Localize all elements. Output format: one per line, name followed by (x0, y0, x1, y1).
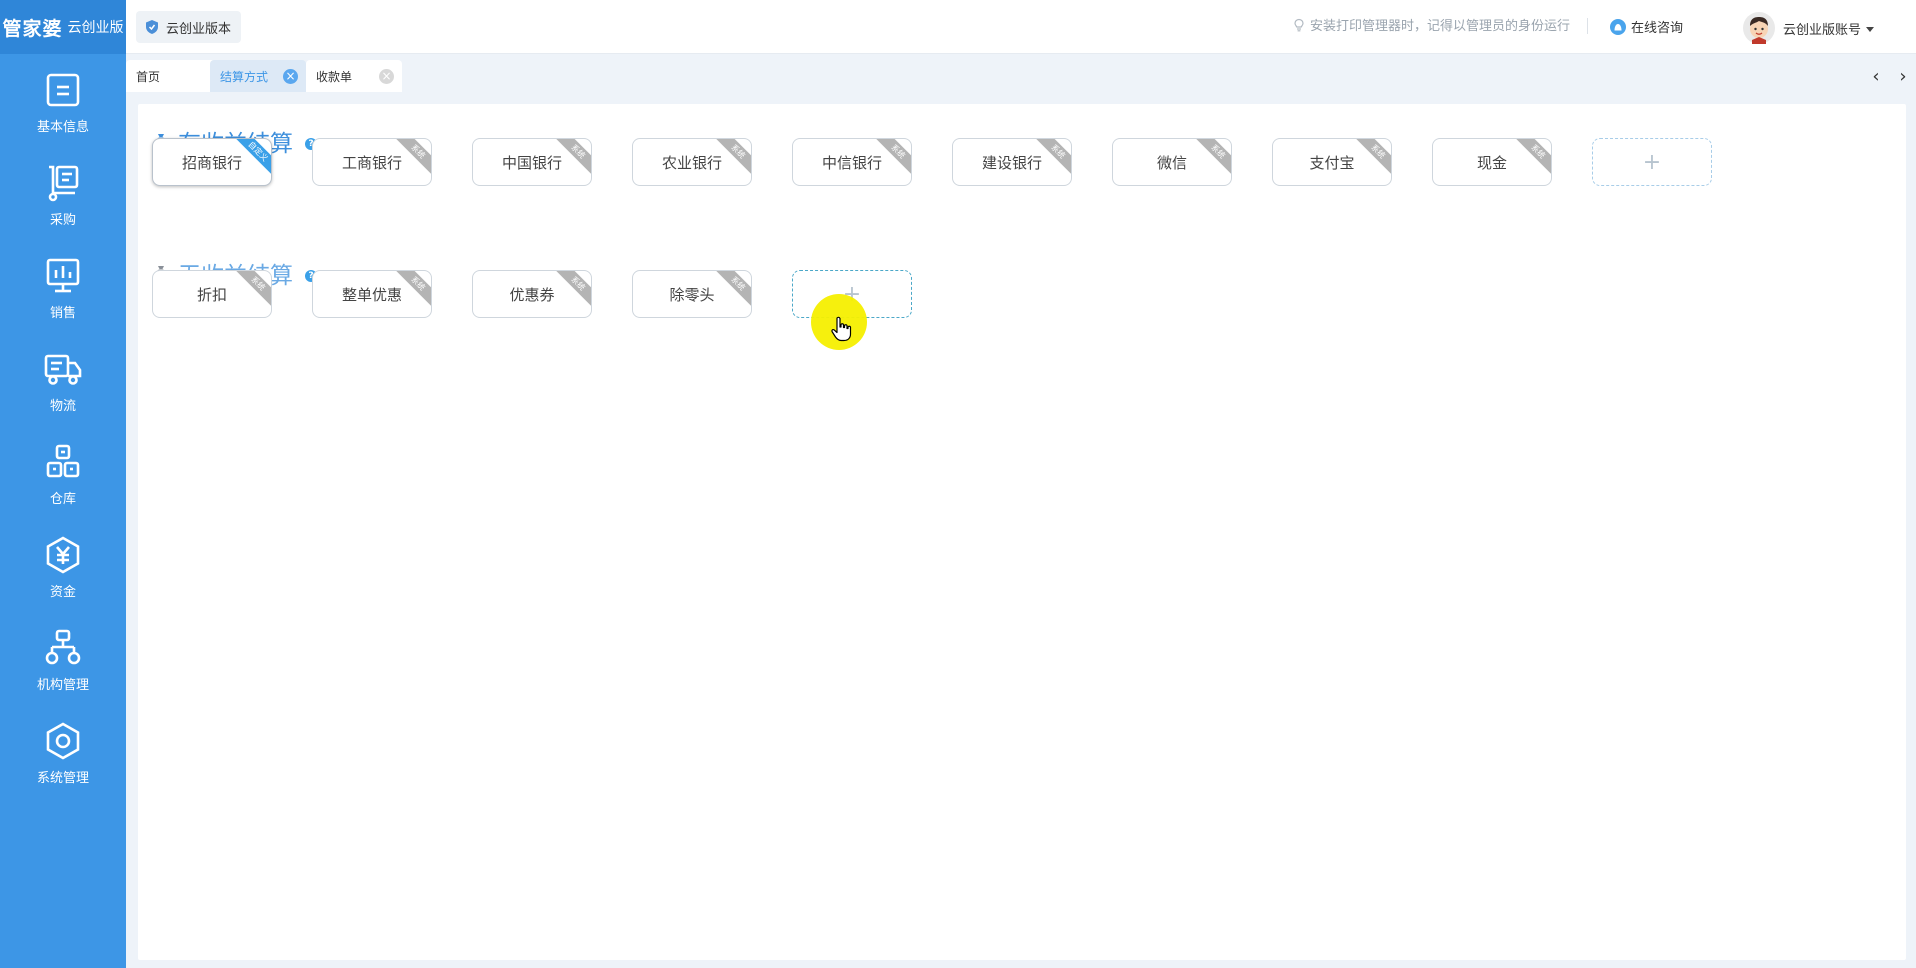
sidebar-item-logistics[interactable]: 物流 (0, 349, 126, 429)
sidebar-item-label: 仓库 (49, 492, 76, 507)
document-icon (46, 73, 80, 107)
close-icon[interactable]: × (283, 69, 298, 84)
yuan-icon (46, 536, 80, 574)
sidebar-item-org-management[interactable]: 机构管理 (0, 628, 126, 708)
sidebar-item-label: 物流 (49, 399, 76, 414)
sidebar: 管家婆 云创业版 基本信息 采购 销售 物流 仓库 资金 机构管理 系统管理 (0, 0, 126, 968)
close-icon[interactable]: × (379, 69, 394, 84)
tag-ribbon: 系统 (1352, 139, 1391, 177)
add-settlement-button[interactable]: + (1592, 138, 1712, 186)
settlement-card[interactable]: 工商银行 系统 (312, 138, 432, 186)
chat-bubble-icon (1609, 18, 1626, 35)
tab-label: 结算方式 (220, 69, 269, 84)
chevron-left-icon[interactable]: ‹ (1865, 60, 1887, 92)
sidebar-item-label: 资金 (49, 585, 76, 600)
sidebar-item-label: 采购 (49, 213, 76, 228)
settlement-label: 中信银行 (821, 153, 882, 172)
settlement-label: 优惠券 (509, 285, 555, 304)
settlement-card[interactable]: 微信 系统 (1112, 138, 1232, 186)
tab-bar: 首页 结算方式 × 收款单 × ‹ › (126, 60, 1916, 92)
settlement-card[interactable]: 支付宝 系统 (1272, 138, 1392, 186)
sidebar-item-system-management[interactable]: 系统管理 (0, 721, 126, 801)
settlement-card[interactable]: 现金 系统 (1432, 138, 1552, 186)
tip-text: 安装打印管理器时，记得以管理员的身份运行 (1309, 19, 1570, 34)
chart-monitor-icon (46, 258, 80, 293)
settlement-card[interactable]: 中国银行 系统 (472, 138, 592, 186)
tab-label: 首页 (136, 69, 161, 84)
settings-hex-icon (46, 722, 80, 760)
sidebar-item-label: 销售 (49, 306, 76, 321)
settlement-label: 折扣 (196, 285, 227, 304)
tab-receipt[interactable]: 收款单 × (306, 60, 402, 92)
consult-label: 在线咨询 (1630, 21, 1683, 36)
org-chart-icon (45, 629, 81, 665)
sidebar-item-label: 系统管理 (36, 771, 89, 786)
print-manager-tip: 安装打印管理器时，记得以管理员的身份运行 (1292, 15, 1570, 34)
chevron-right-icon[interactable]: › (1892, 60, 1914, 92)
online-consult-button[interactable]: 在线咨询 (1609, 17, 1683, 36)
settlement-label: 建设银行 (981, 153, 1042, 172)
settlement-card[interactable]: 招商银行 自定义 (152, 138, 272, 186)
top-bar: 云创业版本 安装打印管理器时，记得以管理员的身份运行 在线咨询 云创业版账号 (126, 0, 1916, 54)
chevron-down-icon (1866, 26, 1874, 32)
settlement-label: 微信 (1156, 153, 1187, 172)
brand-logo: 管家婆 云创业版 (0, 0, 126, 54)
sidebar-item-label: 机构管理 (36, 678, 89, 693)
settlement-label: 整单优惠 (341, 285, 402, 304)
settlement-card[interactable]: 农业银行 系统 (632, 138, 752, 186)
settlement-label: 招商银行 (181, 153, 242, 172)
shield-icon (146, 20, 158, 34)
hand-cursor-icon (831, 316, 852, 342)
clipboard-cart-icon (48, 165, 79, 202)
settlement-label: 工商银行 (341, 153, 402, 172)
tab-settlement-method[interactable]: 结算方式 × (210, 60, 306, 92)
settlement-label: 现金 (1476, 153, 1507, 172)
sidebar-item-warehouse[interactable]: 仓库 (0, 442, 126, 522)
sidebar-item-funds[interactable]: 资金 (0, 535, 126, 615)
tag-ribbon: 系统 (552, 271, 591, 309)
settlement-label: 除零头 (669, 285, 715, 304)
tag-ribbon: 系统 (1192, 139, 1231, 177)
sidebar-item-label: 基本信息 (36, 120, 89, 135)
sidebar-item-purchase[interactable]: 采购 (0, 163, 126, 243)
tag-ribbon: 系统 (712, 271, 751, 309)
settlement-card[interactable]: 折扣 系统 (152, 270, 272, 318)
edition-label: 云创业版本 (166, 21, 232, 37)
warehouse-boxes-icon (46, 444, 80, 478)
account-name: 云创业版账号 (1782, 22, 1861, 38)
avatar (1742, 12, 1775, 44)
tag-ribbon: 系统 (1512, 139, 1551, 177)
tab-label: 收款单 (316, 69, 353, 84)
settlement-card[interactable]: 除零头 系统 (632, 270, 752, 318)
brand-name: 管家婆 (2, 17, 63, 40)
settlement-card[interactable]: 优惠券 系统 (472, 270, 592, 318)
settlement-label: 农业银行 (661, 153, 722, 172)
account-menu[interactable]: 云创业版账号 (1742, 12, 1874, 44)
brand-edition: 云创业版 (67, 20, 124, 36)
lightbulb-icon (1294, 18, 1304, 31)
tab-home[interactable]: 首页 (126, 60, 222, 92)
settlement-card[interactable]: 建设银行 系统 (952, 138, 1072, 186)
divider (1587, 18, 1588, 34)
edition-badge[interactable]: 云创业版本 (136, 11, 242, 43)
sidebar-item-sales[interactable]: 销售 (0, 256, 126, 336)
sidebar-item-basic-info[interactable]: 基本信息 (0, 70, 126, 150)
settlement-card[interactable]: 整单优惠 系统 (312, 270, 432, 318)
tag-ribbon: 系统 (232, 271, 271, 309)
settlement-label: 支付宝 (1309, 153, 1355, 172)
settlement-card[interactable]: 中信银行 系统 (792, 138, 912, 186)
settlement-label: 中国银行 (501, 153, 562, 172)
truck-icon (44, 354, 82, 385)
settlement-content: 有收益结算 ? 招商银行 自定义 工商银行 系统 中国银行 系统 农业银行 系统… (138, 104, 1906, 960)
